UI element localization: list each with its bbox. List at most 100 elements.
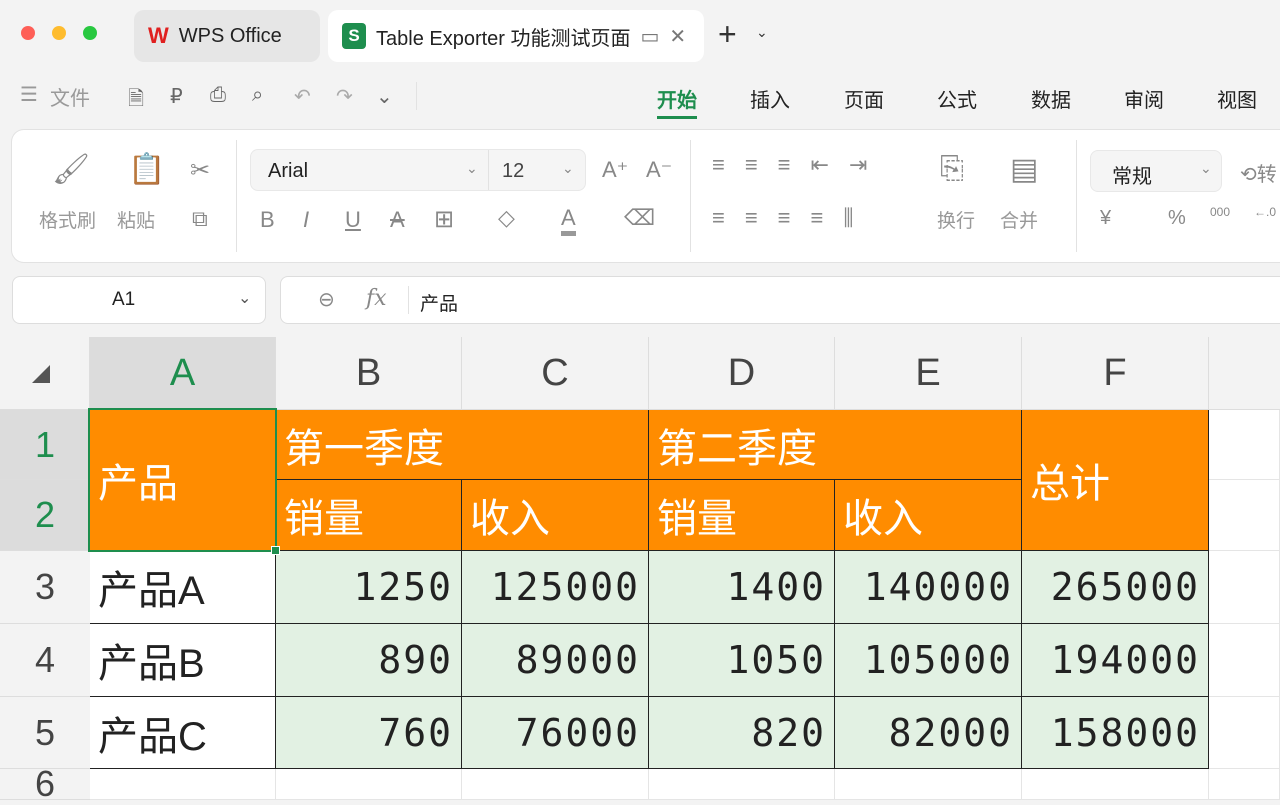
cell-F1-total-header[interactable]: 总计 — [1022, 410, 1209, 551]
cell-value[interactable]: 140000 — [835, 551, 1022, 624]
name-box[interactable] — [12, 276, 266, 324]
print-preview-icon[interactable]: ⌕ — [252, 84, 263, 107]
undo-icon[interactable]: ↶ — [294, 84, 311, 109]
cell-empty[interactable] — [1209, 769, 1280, 800]
row-header-3[interactable]: 3 — [0, 551, 90, 624]
cell-value[interactable]: 89000 — [462, 624, 649, 697]
fill-handle[interactable] — [271, 546, 280, 555]
cell-D1-q2-header[interactable]: 第二季度 — [649, 410, 1022, 480]
cell-value[interactable]: 1400 — [649, 551, 835, 624]
column-header-G[interactable] — [1209, 337, 1280, 410]
thousands-button[interactable]: 000 — [1210, 205, 1230, 219]
currency-button[interactable]: ¥ — [1100, 207, 1111, 230]
row-header-2[interactable]: 2 — [0, 480, 90, 551]
cell-empty[interactable] — [1209, 697, 1280, 769]
cell-value[interactable]: 82000 — [835, 697, 1022, 769]
font-color-icon[interactable]: A — [561, 205, 576, 236]
cell-empty[interactable] — [1209, 410, 1280, 480]
font-size[interactable]: 12 — [502, 160, 524, 183]
wrap-text-button[interactable]: 换行 — [937, 206, 975, 233]
paste-button[interactable]: 粘贴 — [117, 206, 155, 233]
cell-product-name[interactable]: 产品B — [90, 624, 276, 697]
paste-icon[interactable]: 📋 — [128, 152, 165, 187]
new-tab-button[interactable]: + — [718, 16, 737, 53]
more-chevron-icon[interactable]: ⌄ — [376, 84, 393, 109]
cell-value[interactable]: 1250 — [276, 551, 462, 624]
cell-product-name[interactable]: 产品A — [90, 551, 276, 624]
convert-button[interactable]: ⟲转 — [1240, 158, 1277, 187]
export-pdf-icon[interactable]: ₽ — [170, 84, 183, 109]
percent-button[interactable]: % — [1168, 207, 1186, 230]
cell-value[interactable]: 1050 — [649, 624, 835, 697]
vertical-align-icons[interactable]: ≡≡≡⇤⇥ — [712, 152, 887, 178]
tab-view[interactable]: 视图 — [1217, 84, 1257, 113]
zoom-window-button[interactable] — [83, 26, 97, 40]
cell-empty[interactable] — [1022, 769, 1209, 800]
cell-value[interactable]: 194000 — [1022, 624, 1209, 697]
select-all-button[interactable] — [0, 337, 90, 410]
column-header-B[interactable]: B — [276, 337, 462, 410]
cell-subheader[interactable]: 收入 — [835, 480, 1022, 551]
cell-empty[interactable] — [835, 769, 1022, 800]
cell-empty[interactable] — [1209, 624, 1280, 697]
cell-empty[interactable] — [649, 769, 835, 800]
cell-empty[interactable] — [276, 769, 462, 800]
cell-value[interactable]: 105000 — [835, 624, 1022, 697]
cell-B1-q1-header[interactable]: 第一季度 — [276, 410, 649, 480]
row-header-4[interactable]: 4 — [0, 624, 90, 697]
cell-empty[interactable] — [462, 769, 649, 800]
cut-icon[interactable]: ✂ — [190, 156, 210, 185]
tab-page[interactable]: 页面 — [844, 84, 884, 113]
decimal-button[interactable]: ←.0 — [1254, 205, 1276, 219]
cell-subheader[interactable]: 销量 — [276, 480, 462, 551]
cell-subheader[interactable]: 销量 — [649, 480, 835, 551]
tab-insert[interactable]: 插入 — [750, 84, 790, 113]
cell-value[interactable]: 265000 — [1022, 551, 1209, 624]
increase-font-icon[interactable]: A⁺ — [602, 157, 628, 183]
format-painter-icon[interactable]: 🖌 — [52, 152, 90, 187]
zoom-icon[interactable]: ⊖ — [318, 287, 335, 312]
cell-subheader[interactable]: 收入 — [462, 480, 649, 551]
tab-wps-office[interactable]: W WPS Office — [134, 10, 320, 62]
italic-icon[interactable]: I — [303, 207, 309, 233]
tab-data[interactable]: 数据 — [1031, 84, 1071, 113]
cell-empty[interactable] — [1209, 480, 1280, 551]
copy-icon[interactable]: ⧉ — [192, 206, 208, 232]
merge-cells-icon[interactable]: ▤ — [1010, 152, 1038, 187]
wrap-text-icon[interactable]: ⎘ — [940, 152, 964, 186]
chevron-down-icon[interactable]: ⌄ — [238, 288, 251, 308]
column-header-E[interactable]: E — [835, 337, 1022, 410]
row-header-6[interactable]: 6 — [0, 763, 90, 804]
borders-icon[interactable]: ⊞ — [434, 205, 454, 234]
cell-empty[interactable] — [90, 769, 276, 800]
cell-value[interactable]: 158000 — [1022, 697, 1209, 769]
horizontal-align-icons[interactable]: ≡≡≡≡⫼ — [712, 205, 873, 231]
column-header-D[interactable]: D — [649, 337, 835, 410]
decrease-font-icon[interactable]: A⁻ — [646, 157, 672, 183]
cell-value[interactable]: 890 — [276, 624, 462, 697]
save-icon[interactable]: 🗎 — [128, 84, 144, 118]
column-header-C[interactable]: C — [462, 337, 649, 410]
tab-formula[interactable]: 公式 — [937, 84, 977, 113]
format-painter-button[interactable]: 格式刷 — [39, 206, 96, 233]
cell-value[interactable]: 760 — [276, 697, 462, 769]
cell-empty[interactable] — [1209, 551, 1280, 624]
tab-review[interactable]: 审阅 — [1124, 84, 1164, 113]
column-header-A[interactable]: A — [90, 337, 276, 410]
chevron-down-icon[interactable]: ⌄ — [756, 24, 768, 41]
close-window-button[interactable] — [21, 26, 35, 40]
fx-icon[interactable]: fx — [366, 286, 387, 311]
bold-icon[interactable]: B — [260, 207, 275, 233]
minimize-window-button[interactable] — [52, 26, 66, 40]
clear-format-icon[interactable]: ⌫ — [624, 205, 655, 231]
fill-color-icon[interactable]: ◇ — [498, 205, 515, 231]
cell-product-name[interactable]: 产品C — [90, 697, 276, 769]
file-menu[interactable]: 文件 — [50, 82, 90, 111]
cell-value[interactable]: 125000 — [462, 551, 649, 624]
close-tab-icon[interactable]: ✕ — [669, 24, 686, 49]
underline-icon[interactable]: U — [345, 207, 361, 233]
row-header-5[interactable]: 5 — [0, 697, 90, 769]
cell-value[interactable]: 76000 — [462, 697, 649, 769]
tab-table-exporter[interactable]: S Table Exporter 功能测试页面 ▭ ✕ — [328, 10, 704, 62]
hamburger-icon[interactable]: ☰ — [20, 82, 38, 107]
